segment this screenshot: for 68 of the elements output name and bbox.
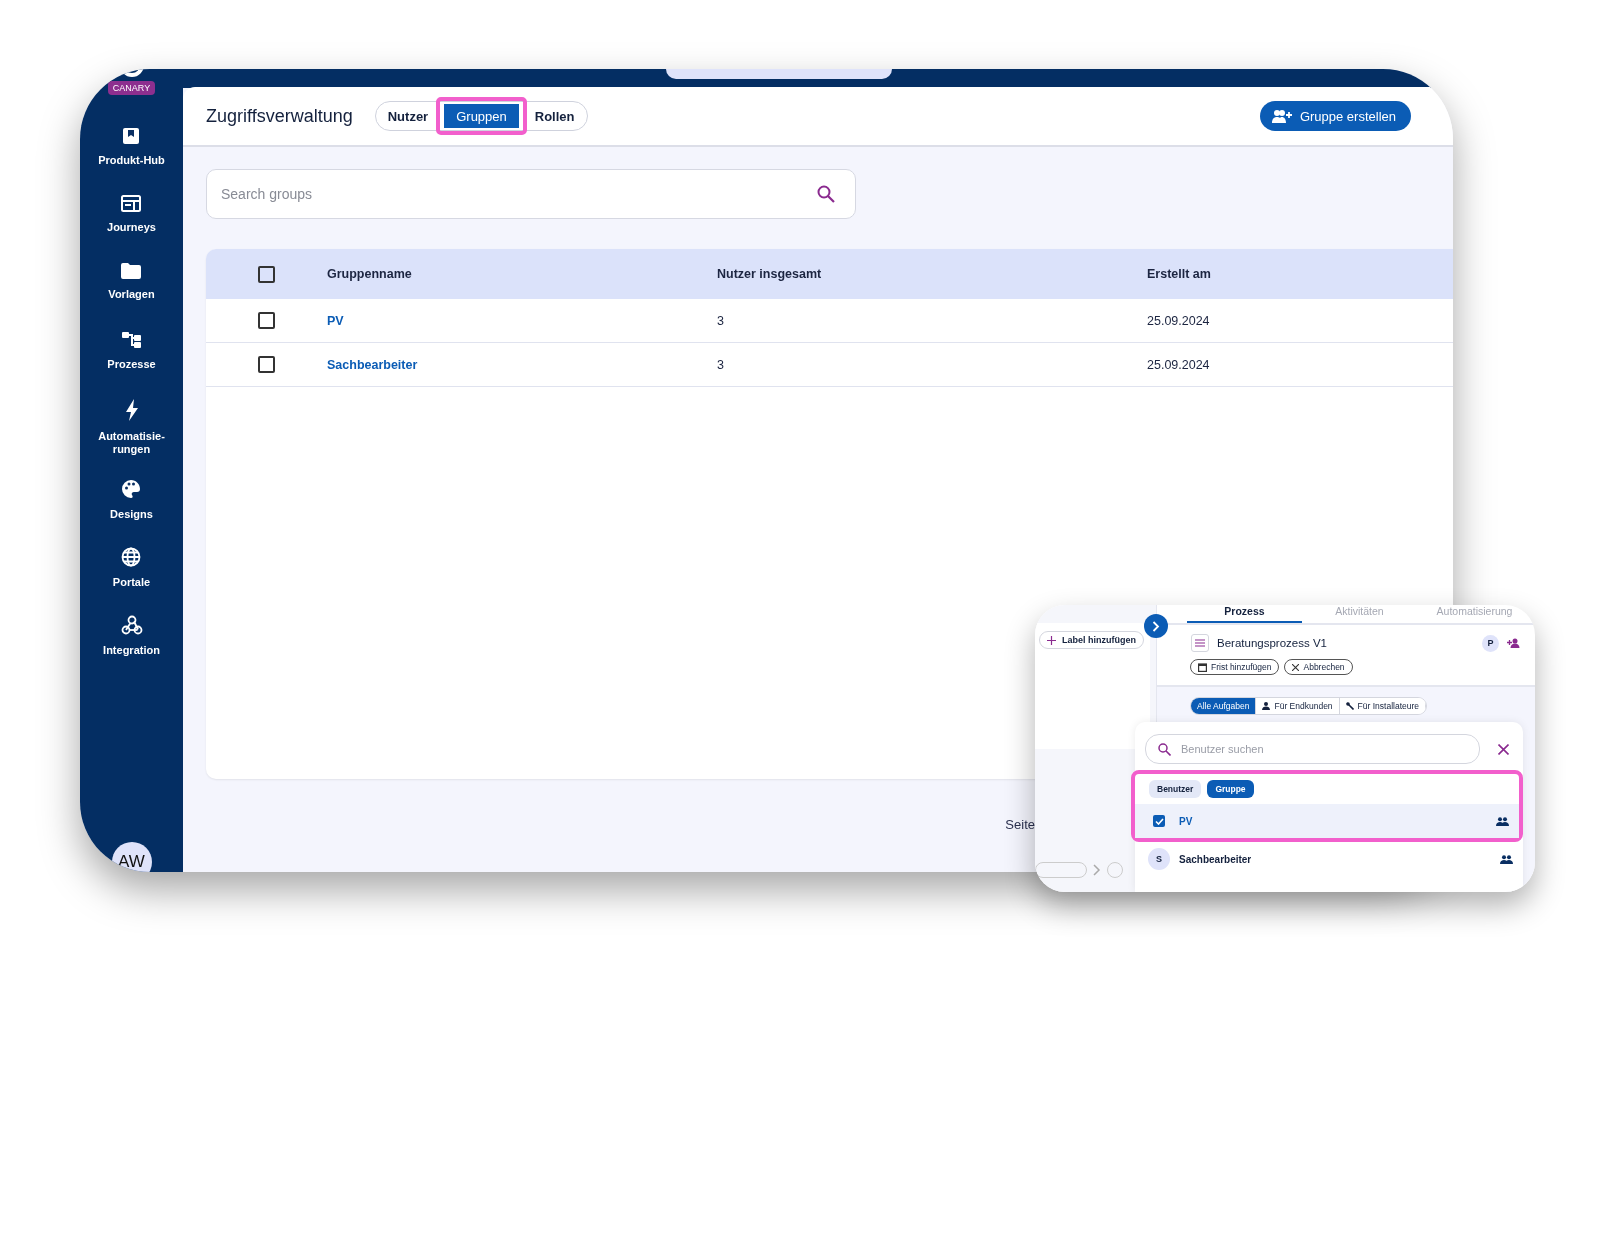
tab[interactable]: Nutzer (377, 104, 439, 128)
checkbox[interactable] (258, 265, 275, 283)
process-title: Beratungsprozess V1 (1217, 637, 1328, 649)
bookmark-icon (122, 127, 141, 145)
tab[interactable]: Rollen (524, 104, 585, 128)
page-title: Zugriffsverwaltung (206, 105, 353, 127)
nav-item[interactable]: Prozesse (107, 331, 156, 399)
group-icon (1496, 816, 1509, 826)
nav-item[interactable]: Designs (110, 479, 153, 547)
add-label-button[interactable]: Label hinzufügen (1039, 631, 1144, 649)
user-avatar[interactable]: AW (111, 842, 152, 872)
create-group-button[interactable]: Gruppe erstellen (1259, 101, 1411, 131)
search-icon (817, 185, 835, 203)
group-icon (1500, 854, 1513, 864)
webhook-icon (120, 615, 143, 635)
table-cell-text: 25.09.2024 (1147, 357, 1211, 372)
add-users-icon (1271, 109, 1292, 123)
search-icon (1158, 742, 1171, 756)
nav-item[interactable]: Portale (112, 547, 151, 615)
search-bar[interactable] (666, 69, 892, 79)
type-chip[interactable]: Gruppe (1207, 780, 1254, 798)
nav-item[interactable]: Vorlagen (108, 263, 155, 331)
group-avatar: S (1148, 848, 1170, 870)
add-deadline-button[interactable]: Frist hinzufügen (1190, 659, 1280, 675)
nav-item[interactable]: Produkt-Hub (98, 127, 165, 195)
globe-icon (121, 547, 142, 567)
table-cell-text: 25.09.2024 (1147, 313, 1211, 328)
table-cell-text: 3 (717, 313, 725, 328)
pagination-label: Seite (1005, 817, 1035, 832)
hierarchy-icon (121, 331, 142, 349)
nav-item[interactable]: Integration (103, 615, 160, 683)
filter-tab[interactable]: Alle Aufgaben (1191, 698, 1257, 714)
column-header: Erstellt am (1147, 267, 1212, 281)
checkbox[interactable] (258, 356, 275, 373)
add-user-icon[interactable] (1507, 638, 1521, 648)
column-header: Gruppenname (327, 267, 413, 281)
palette-icon (121, 479, 142, 499)
assignee-avatar[interactable]: P (1482, 634, 1499, 652)
nav-item[interactable]: Automatisie- rungen (98, 399, 165, 479)
option-row[interactable]: PV (1135, 804, 1519, 838)
type-chip[interactable]: Benutzer (1149, 780, 1202, 798)
column-header: Nutzer insgesamt (717, 267, 823, 281)
cancel-button[interactable]: Abbrechen (1284, 659, 1353, 675)
plus-icon (1047, 635, 1056, 645)
user-search-input[interactable]: Benutzer suchen (1179, 742, 1467, 756)
chevron-icon (1152, 620, 1160, 632)
nav-item[interactable]: Journeys (107, 195, 156, 263)
environment-badge: CANARY (107, 81, 156, 95)
expand-button[interactable] (1144, 614, 1168, 638)
lightning-icon (124, 399, 139, 421)
checkbox[interactable] (1153, 815, 1165, 827)
tab[interactable]: Prozess (1187, 605, 1302, 623)
group-link[interactable]: Sachbearbeiter (327, 357, 418, 372)
checkbox[interactable] (258, 312, 275, 329)
group-link[interactable]: PV (327, 313, 344, 328)
option-row[interactable]: S Sachbearbeiter (1135, 842, 1523, 876)
calendar-icon (1198, 662, 1207, 672)
folder-icon (121, 263, 142, 279)
layout-icon (121, 195, 142, 212)
search-field[interactable]: Search groups (206, 169, 856, 219)
search-input[interactable]: Search groups (219, 185, 817, 203)
close-icon (1292, 663, 1300, 671)
user-search-field[interactable]: Benutzer suchen (1145, 734, 1480, 764)
wrench-icon (1345, 702, 1354, 710)
table-cell-text: 3 (717, 357, 725, 372)
tab[interactable]: Gruppen (444, 104, 519, 128)
person-icon (1262, 702, 1271, 710)
close-icon[interactable] (1498, 743, 1509, 755)
